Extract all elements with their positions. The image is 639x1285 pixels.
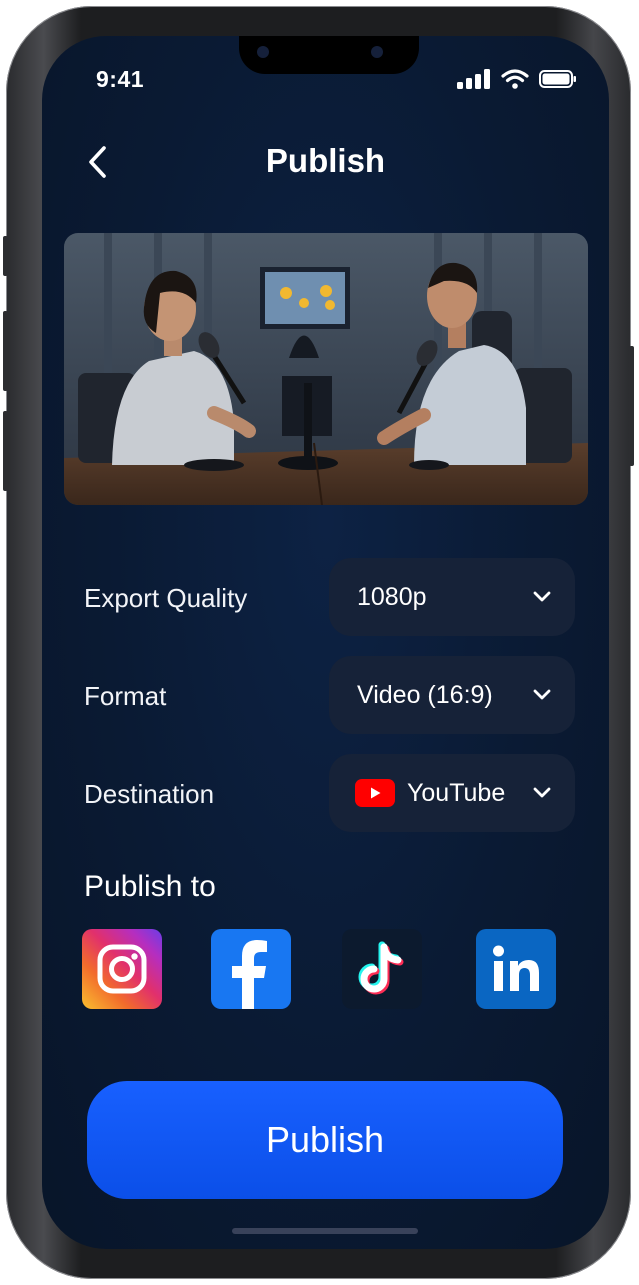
publish-to-heading: Publish to — [84, 870, 216, 903]
wifi-icon — [501, 69, 529, 89]
power-button — [629, 346, 634, 466]
battery-icon — [539, 70, 576, 88]
status-icons — [457, 69, 577, 89]
instagram-icon — [97, 944, 147, 994]
volume-up-button — [3, 311, 8, 391]
facebook-button[interactable] — [211, 929, 291, 1009]
podcast-scene-image — [64, 233, 588, 505]
format-label: Format — [84, 681, 167, 711]
video-preview-thumbnail[interactable] — [64, 233, 588, 505]
publish-button[interactable]: Publish — [87, 1081, 563, 1199]
chevron-down-icon — [531, 684, 553, 706]
phone-frame: 9:41 Publish Export Quality 1080p Format… — [3, 6, 634, 1279]
page-title: Publish — [265, 142, 386, 179]
export-quality-label: Export Quality — [84, 583, 248, 613]
tiktok-button[interactable] — [342, 929, 422, 1009]
chevron-down-icon — [531, 782, 553, 804]
export-quality-value: 1080p — [357, 582, 427, 611]
notch — [239, 36, 419, 74]
format-select[interactable]: Video (16:9) — [329, 656, 575, 734]
instagram-button[interactable] — [82, 929, 162, 1009]
destination-value: YouTube — [407, 778, 506, 807]
volume-down-button — [3, 411, 8, 491]
export-quality-select[interactable]: 1080p — [329, 558, 575, 636]
mute-switch — [3, 236, 8, 276]
status-time: 9:41 — [96, 66, 145, 92]
destination-select[interactable]: YouTube — [329, 754, 575, 832]
chevron-down-icon — [531, 586, 553, 608]
destination-label: Destination — [84, 779, 215, 809]
tiktok-icon — [358, 941, 404, 995]
linkedin-icon — [493, 945, 539, 991]
home-indicator — [232, 1228, 418, 1234]
app-screen: 9:41 Publish Export Quality 1080p Format… — [42, 36, 609, 1249]
facebook-icon — [232, 940, 267, 1009]
signal-icon — [457, 69, 490, 89]
linkedin-button[interactable] — [476, 929, 556, 1009]
format-value: Video (16:9) — [357, 680, 493, 709]
youtube-icon — [355, 779, 395, 807]
